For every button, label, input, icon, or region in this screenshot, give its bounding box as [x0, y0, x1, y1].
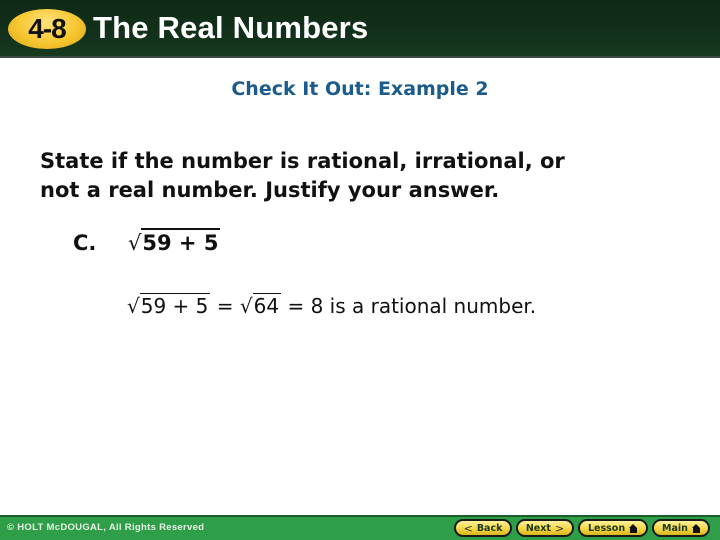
main-label: Main [662, 522, 688, 534]
square-root-icon: √ [239, 294, 253, 318]
copyright-notice: © HOLT McDOUGAL, All Rights Reserved [7, 522, 205, 533]
solution-radicand-1: 59 + 5 [139, 293, 211, 318]
square-root-icon: √ [128, 231, 142, 255]
solution-radicand-2: 64 [252, 293, 282, 318]
example-heading-text: Check It Out: Example 2 [231, 78, 489, 100]
navigation-buttons: < Back Next > Lesson Main [454, 519, 710, 537]
chevron-left-icon: < [463, 521, 473, 535]
instructions-line-2: not a real number. Justify your answer. [40, 178, 500, 202]
example-heading: Check It Out: Example 2 [0, 78, 720, 100]
equals-sign: = [210, 294, 240, 318]
footer-bar: © HOLT McDOUGAL, All Rights Reserved < B… [0, 515, 720, 540]
problem-c: C. √ 59 + 5 [73, 228, 221, 255]
chevron-right-icon: > [554, 521, 565, 535]
solution-line: √ 59 + 5 = √ 64 = 8 is a rational number… [127, 293, 536, 318]
next-label: Next [525, 522, 551, 534]
lesson-title: The Real Numbers [93, 10, 369, 45]
home-icon [691, 523, 700, 533]
lesson-label: Lesson [588, 522, 626, 534]
title-bar: 4-8 The Real Numbers [0, 0, 720, 58]
home-icon [629, 523, 638, 533]
square-root-icon: √ [127, 294, 140, 318]
lesson-button[interactable]: Lesson [578, 519, 648, 537]
back-label: Back [476, 522, 503, 534]
radicand: 59 + 5 [141, 228, 221, 254]
instructions: State if the number is rational, irratio… [40, 147, 700, 205]
solution-radical-2: √ 64 [239, 293, 282, 318]
problem-letter: C. [73, 231, 97, 255]
solution-radical-1: √ 59 + 5 [127, 293, 211, 318]
lesson-number-badge: 4-8 [8, 9, 86, 49]
radical-expression: √ 59 + 5 [128, 228, 221, 255]
next-button[interactable]: Next > [516, 519, 574, 537]
back-button[interactable]: < Back [454, 519, 512, 537]
instructions-line-1: State if the number is rational, irratio… [40, 149, 565, 173]
main-button[interactable]: Main [652, 519, 710, 537]
solution-conclusion: = 8 is a rational number. [281, 294, 537, 318]
